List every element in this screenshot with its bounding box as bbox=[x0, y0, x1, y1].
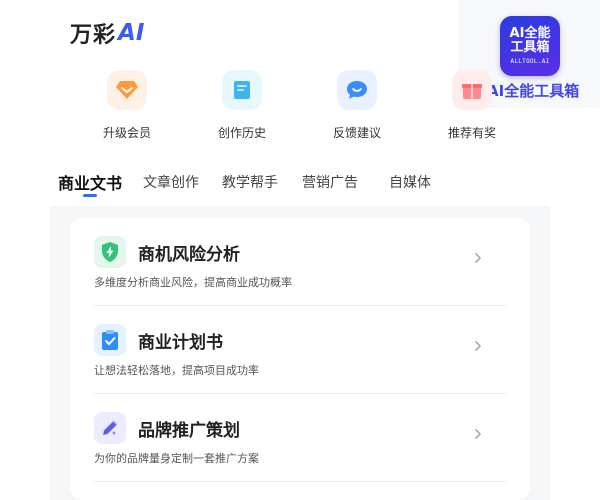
item-description: 多维度分析商业风险，提高商业成功概率 bbox=[94, 276, 292, 289]
quick-action-label: 创作历史 bbox=[217, 126, 266, 140]
chevron-right-icon bbox=[475, 429, 482, 439]
quick-action-feedback[interactable]: 反馈建议 bbox=[307, 70, 407, 141]
tool-list-card: 商机风险分析 多维度分析商业风险，提高商业成功概率 商业计划书 让想法轻松落地，… bbox=[70, 218, 530, 500]
pencil-icon bbox=[94, 412, 126, 444]
tab-self-media[interactable]: 自媒体 bbox=[389, 172, 431, 192]
tab-teaching-helper[interactable]: 教学帮手 bbox=[222, 172, 278, 192]
logo-text: 万彩 bbox=[70, 23, 117, 48]
quick-action-history[interactable]: 创作历史 bbox=[192, 70, 292, 141]
tab-business-docs[interactable]: 商业文书 bbox=[58, 170, 122, 194]
item-description: 为你的品牌量身定制一套推广方案 bbox=[94, 452, 259, 465]
watermark-badge-line1: AI全能 bbox=[509, 26, 551, 41]
active-tab-indicator bbox=[83, 194, 97, 197]
logo-ai: AI bbox=[118, 20, 145, 46]
clipboard-check-icon bbox=[94, 324, 126, 356]
gift-icon bbox=[452, 70, 492, 110]
tab-marketing-ads[interactable]: 营销广告 bbox=[302, 172, 358, 192]
chat-bubble-icon bbox=[337, 70, 377, 110]
category-tabs: 商业文书 文章创作 教学帮手 营销广告 自媒体 bbox=[58, 164, 558, 200]
quick-action-label: 推荐有奖 bbox=[447, 126, 496, 140]
item-title: 商业计划书 bbox=[138, 333, 223, 353]
watermark-badge-line3: ALLTOOL.AI bbox=[510, 58, 550, 65]
app-logo[interactable]: 万彩 AI bbox=[70, 18, 144, 48]
quick-action-label: 反馈建议 bbox=[332, 126, 381, 140]
quick-action-referral[interactable]: 推荐有奖 bbox=[422, 70, 522, 141]
list-item-risk-analysis[interactable]: 商机风险分析 多维度分析商业风险，提高商业成功概率 bbox=[94, 218, 506, 306]
quick-action-label: 升级会员 bbox=[102, 126, 151, 140]
tab-article-writing[interactable]: 文章创作 bbox=[143, 172, 199, 192]
quick-action-upgrade[interactable]: 升级会员 bbox=[77, 70, 177, 141]
item-title: 品牌推广策划 bbox=[138, 421, 240, 441]
diamond-icon bbox=[107, 70, 147, 110]
item-description: 让想法轻松落地，提高项目成功率 bbox=[94, 364, 259, 377]
item-title: 商机风险分析 bbox=[138, 245, 240, 265]
chevron-right-icon bbox=[475, 253, 482, 263]
watermark-badge-line2: 工具箱 bbox=[510, 40, 550, 55]
chevron-right-icon bbox=[475, 341, 482, 351]
document-icon bbox=[222, 70, 262, 110]
shield-bolt-icon bbox=[94, 236, 126, 268]
list-item-brand-promotion[interactable]: 品牌推广策划 为你的品牌量身定制一套推广方案 bbox=[94, 394, 506, 482]
divider bbox=[94, 481, 506, 482]
watermark-badge: AI全能 工具箱 ALLTOOL.AI bbox=[500, 16, 560, 76]
list-item-business-plan[interactable]: 商业计划书 让想法轻松落地，提高项目成功率 bbox=[94, 306, 506, 394]
